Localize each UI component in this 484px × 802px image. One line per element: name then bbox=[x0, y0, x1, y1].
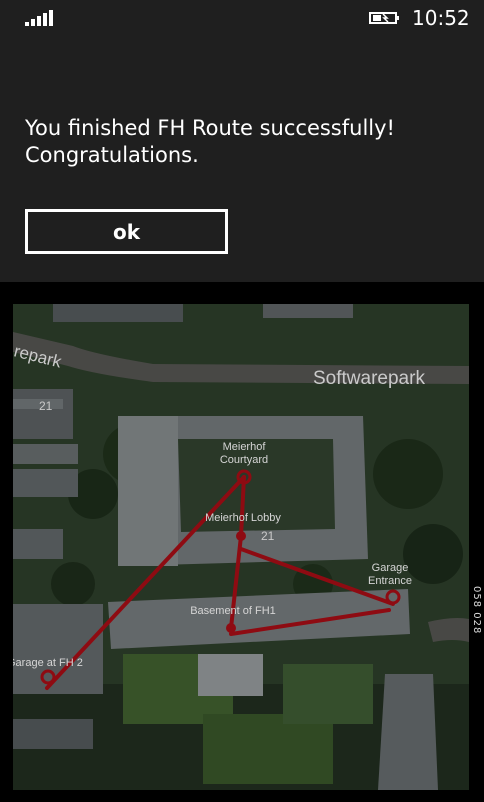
building-number-mid: 21 bbox=[261, 529, 275, 543]
waypoint-label: Basement of FH1 bbox=[190, 605, 276, 617]
waypoint-label: Garage at FH 2 bbox=[13, 657, 83, 669]
waypoint-label: Entrance bbox=[368, 575, 412, 587]
waypoint-label: Meierhof bbox=[223, 441, 267, 453]
clock-time: 10:52 bbox=[412, 6, 470, 30]
signal-strength-icon bbox=[25, 10, 55, 26]
building-number-top: 21 bbox=[39, 399, 53, 413]
lawn-area bbox=[283, 664, 373, 724]
lawn-area bbox=[203, 714, 333, 784]
map-view: repark Softwarepark 21 21 Meierhof Court… bbox=[13, 304, 469, 790]
waypoint-label: Meierhof Lobby bbox=[205, 512, 281, 524]
ok-button[interactable]: ok bbox=[25, 209, 228, 254]
street-label-main: Softwarepark bbox=[313, 368, 425, 389]
dialog-message: You finished FH Route successfully! Cong… bbox=[25, 116, 395, 167]
map-scale-label: 058 028 bbox=[471, 585, 482, 635]
waypoint-label: Garage bbox=[372, 562, 409, 574]
route-map[interactable]: repark Softwarepark 21 21 Meierhof Court… bbox=[13, 304, 469, 790]
battery-charging-icon bbox=[369, 12, 399, 24]
status-bar: 10:52 bbox=[0, 0, 484, 36]
waypoint-label: Courtyard bbox=[220, 454, 268, 466]
